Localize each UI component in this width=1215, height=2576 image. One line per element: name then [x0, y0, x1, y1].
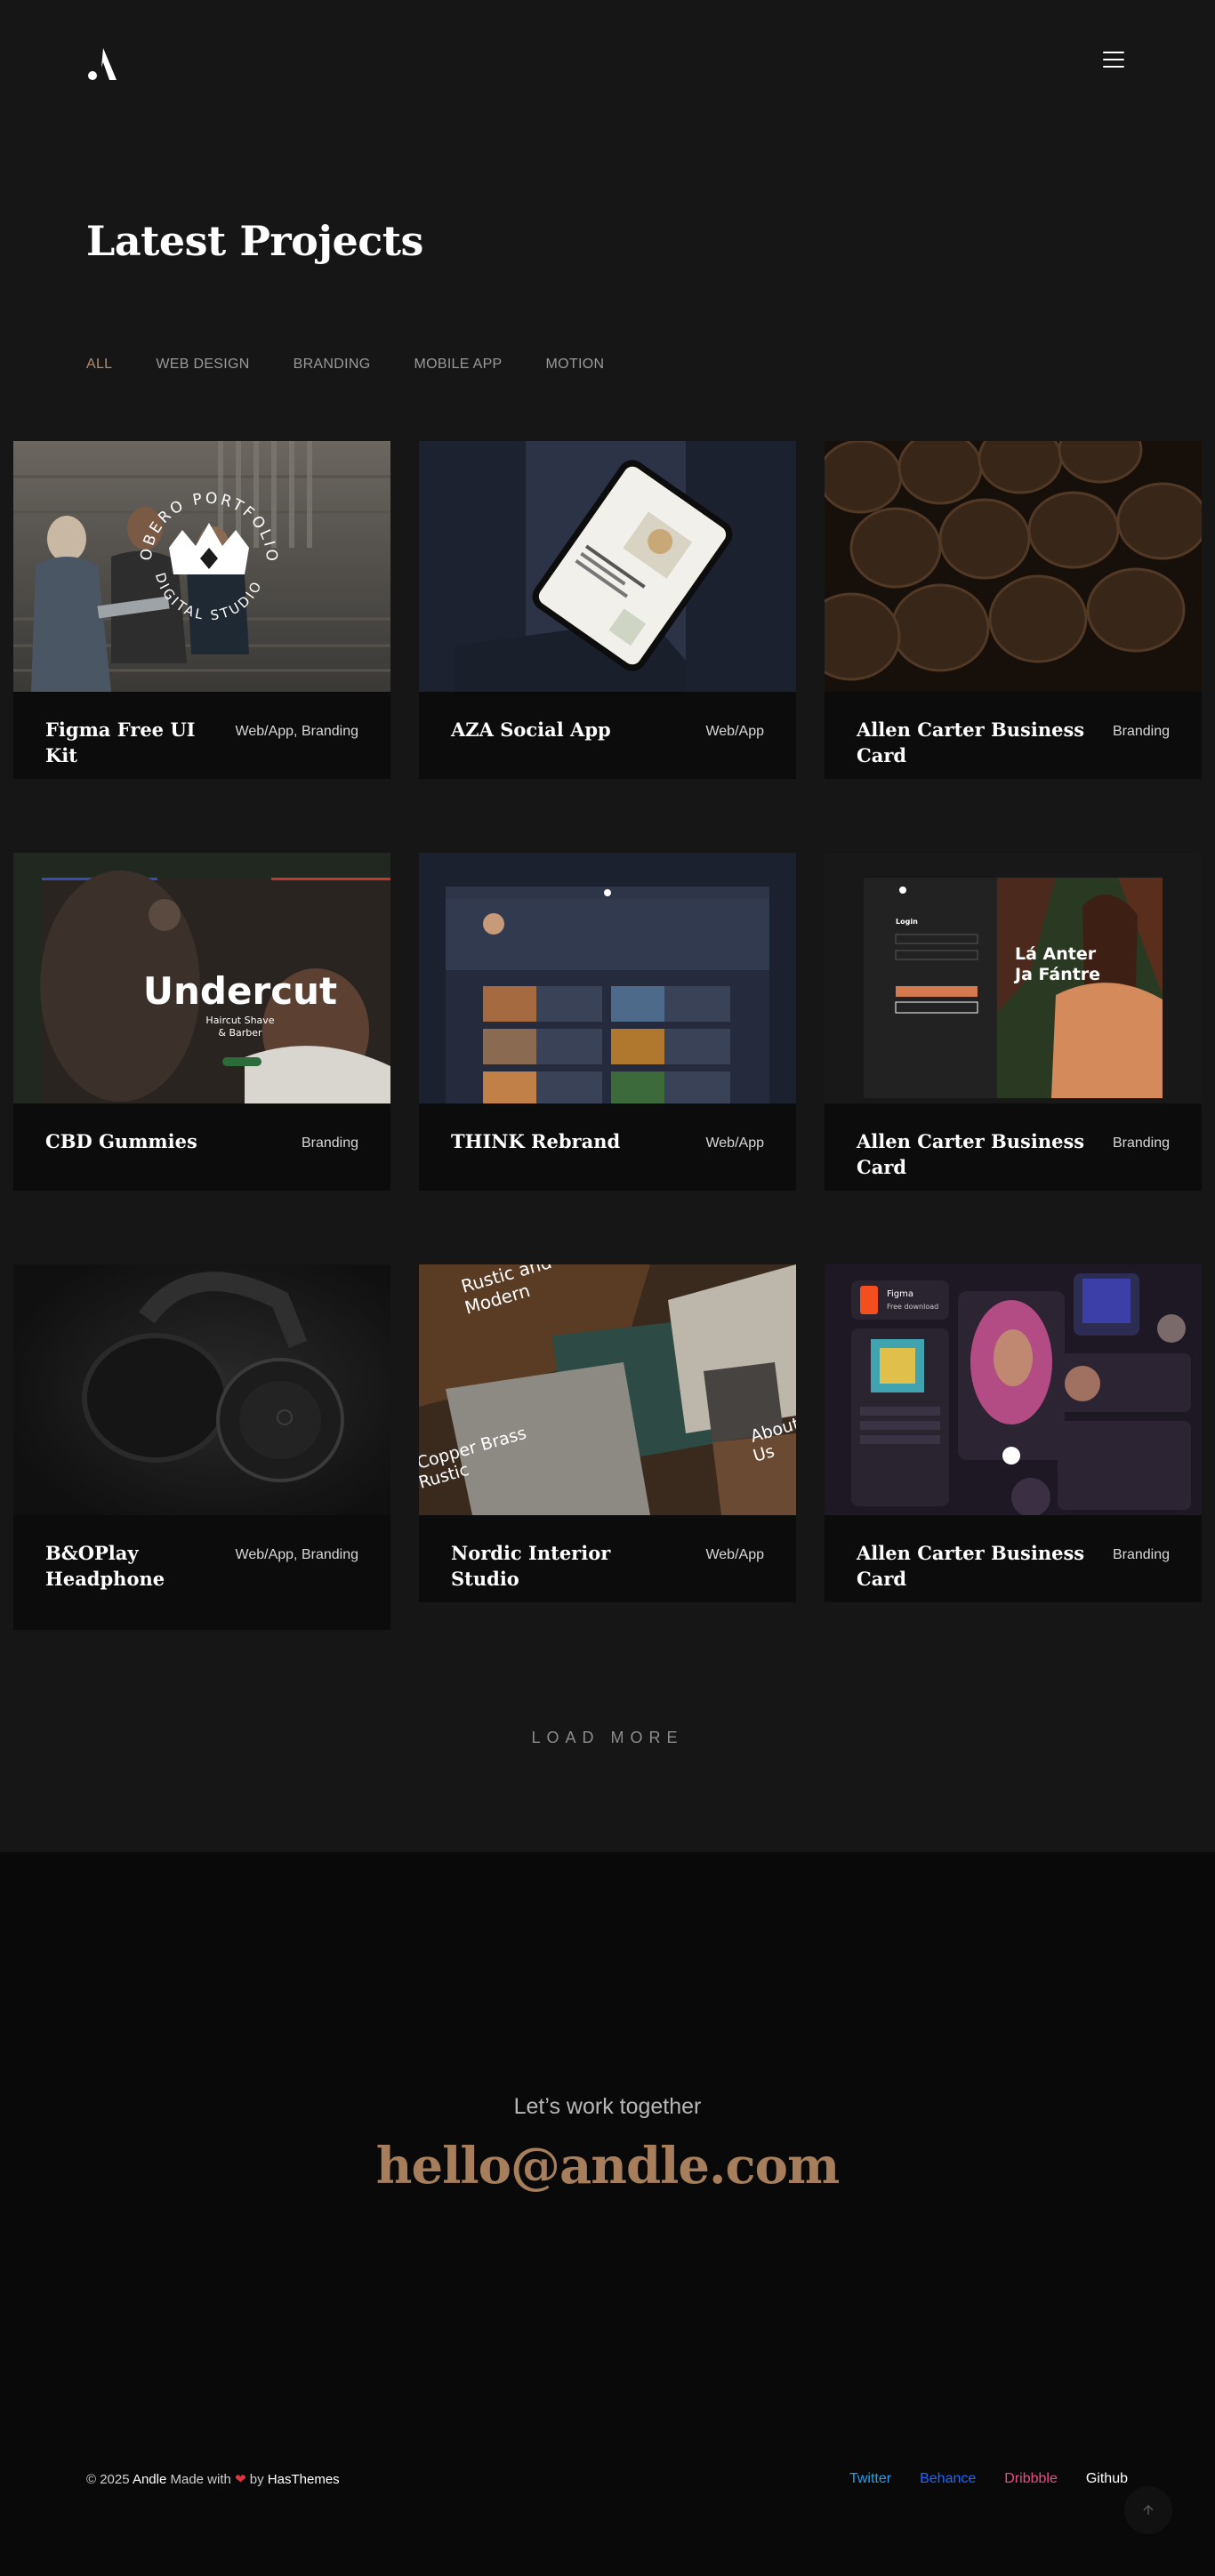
project-category: Web/App	[705, 724, 764, 739]
page-title: Latest Projects	[86, 217, 423, 265]
project-thumbnail[interactable]	[13, 1264, 390, 1515]
project-title[interactable]: Allen Carter Business Card	[857, 717, 1123, 768]
svg-text:Figma: Figma	[887, 1289, 913, 1299]
andle-logo[interactable]	[85, 46, 121, 82]
project-card-aza-social-app[interactable]: AZA Social App Web/App	[419, 441, 796, 779]
project-category: Branding	[1112, 1547, 1170, 1562]
project-title[interactable]: AZA Social App	[451, 717, 629, 742]
project-category: Web/App	[705, 1547, 764, 1562]
project-card-allen-carter-1[interactable]: Allen Carter Business Card Branding	[825, 441, 1202, 779]
project-category: Branding	[1112, 724, 1170, 739]
project-title[interactable]: CBD Gummies	[45, 1128, 223, 1154]
social-link-github[interactable]: Github	[1086, 2471, 1128, 2487]
project-card-figma-free-ui-kit[interactable]: OBERO PORTFOLIO DIGITAL STUDIO Figma Fre…	[13, 441, 390, 779]
svg-text:Lá Anter: Lá Anter	[1015, 944, 1097, 964]
project-card-nordic-interior-studio[interactable]: Rustic and Modern Copper Brass Rustic Ab…	[419, 1264, 796, 1602]
heart-icon: ❤	[235, 2472, 246, 2487]
arrow-up-icon	[1143, 2504, 1154, 2515]
project-category: Web/App, Branding	[235, 724, 358, 739]
filter-motion[interactable]: MOTION	[546, 357, 605, 373]
project-card-cbd-gummies[interactable]: Undercut Haircut Shave & Barber CBD Gumm…	[13, 853, 390, 1191]
social-link-dribbble[interactable]: Dribbble	[1004, 2471, 1058, 2487]
project-thumbnail[interactable]	[419, 853, 796, 1103]
filter-branding[interactable]: BRANDING	[294, 357, 371, 373]
project-thumbnail[interactable]: Undercut Haircut Shave & Barber	[13, 853, 390, 1103]
project-title[interactable]: Nordic Interior Studio	[451, 1540, 682, 1592]
project-title[interactable]: Allen Carter Business Card	[857, 1540, 1123, 1592]
filter-all[interactable]: ALL	[86, 357, 112, 373]
project-thumbnail[interactable]	[825, 441, 1202, 692]
scroll-to-top-button[interactable]	[1124, 2486, 1172, 2534]
brand-link[interactable]: Andle	[133, 2472, 166, 2487]
project-thumbnail[interactable]: Rustic and Modern Copper Brass Rustic Ab…	[419, 1264, 796, 1515]
project-card-bo-play-headphone[interactable]: B&OPlay Headphone Web/App, Branding	[13, 1264, 390, 1630]
contact-email-link[interactable]: hello@andle.com	[0, 2137, 1215, 2195]
project-category: Branding	[301, 1136, 358, 1151]
copyright-text: © 2025 Andle Made with ❤ by HasThemes	[86, 2472, 340, 2487]
filter-mobile-app[interactable]: MOBILE APP	[414, 357, 502, 373]
social-link-twitter[interactable]: Twitter	[849, 2471, 891, 2487]
svg-text:Login: Login	[896, 918, 918, 926]
svg-text:Free download: Free download	[887, 1303, 938, 1311]
project-category: Web/App	[705, 1136, 764, 1151]
project-thumbnail[interactable]: OBERO PORTFOLIO DIGITAL STUDIO	[13, 441, 390, 692]
svg-text:& Barber: & Barber	[218, 1027, 262, 1039]
project-thumbnail[interactable]: Figma Free download	[825, 1264, 1202, 1515]
project-title[interactable]: THINK Rebrand	[451, 1128, 629, 1154]
project-filters: ALL WEB DESIGN BRANDING MOBILE APP MOTIO…	[86, 357, 648, 373]
social-links: Twitter Behance Dribbble Github	[821, 2471, 1128, 2487]
project-title[interactable]: B&OPlay Headphone	[45, 1540, 179, 1592]
project-thumbnail[interactable]	[419, 441, 796, 692]
footer-tagline: Let’s work together	[513, 2094, 702, 2119]
svg-text:Haircut Shave: Haircut Shave	[205, 1015, 274, 1026]
site-header	[0, 0, 1215, 124]
filter-web-design[interactable]: WEB DESIGN	[156, 357, 249, 373]
project-title[interactable]: Allen Carter Business Card	[857, 1128, 1123, 1180]
company-link[interactable]: HasThemes	[268, 2472, 340, 2487]
project-card-allen-carter-3[interactable]: Figma Free download Allen Carter Busines…	[825, 1264, 1202, 1602]
andle-a-icon	[88, 48, 117, 80]
project-card-think-rebrand[interactable]: THINK Rebrand Web/App	[419, 853, 796, 1191]
site-footer: Let’s work together hello@andle.com © 20…	[0, 1852, 1215, 2576]
thumb-heading: Undercut	[143, 969, 337, 1013]
social-link-behance[interactable]: Behance	[920, 2471, 976, 2487]
project-card-allen-carter-2[interactable]: Login Lá Anter Ja Fántre Allen Carter Bu…	[825, 853, 1202, 1191]
hamburger-menu-icon[interactable]	[1103, 52, 1124, 71]
project-category: Branding	[1112, 1136, 1170, 1151]
project-title[interactable]: Figma Free UI Kit	[45, 717, 223, 768]
load-more-button[interactable]: LOAD MORE	[0, 1729, 1215, 1747]
project-thumbnail[interactable]: Login Lá Anter Ja Fántre	[825, 853, 1202, 1103]
project-category: Web/App, Branding	[235, 1547, 358, 1562]
svg-text:Ja Fántre: Ja Fántre	[1013, 965, 1100, 984]
